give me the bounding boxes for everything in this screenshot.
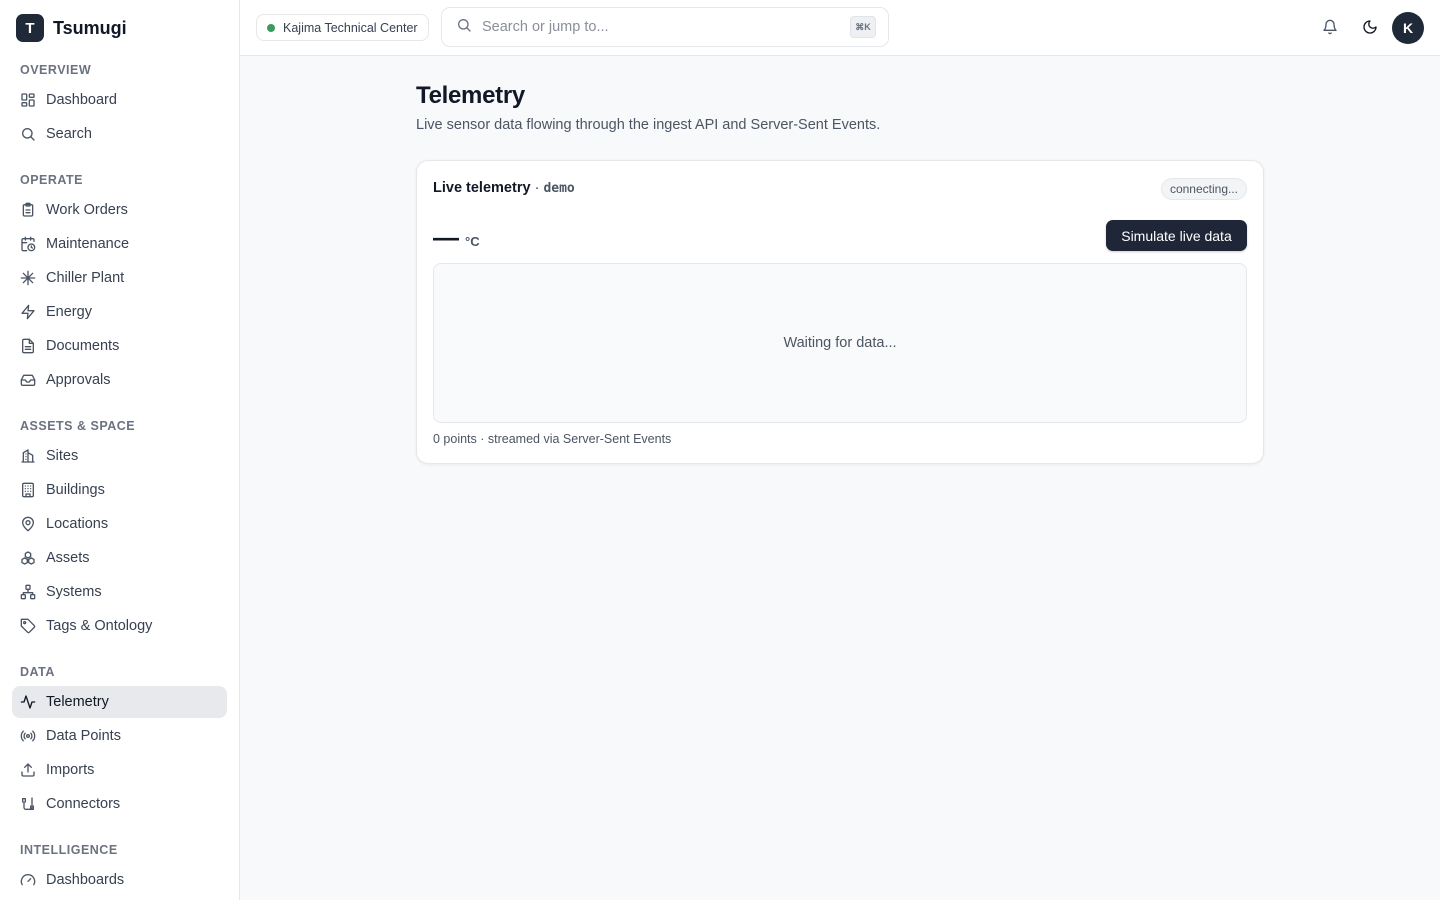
sidebar-item-label: Dashboard (46, 92, 117, 108)
user-avatar[interactable]: K (1392, 12, 1424, 44)
card-footer: 0 points · streamed via Server-Sent Even… (433, 432, 672, 446)
sidebar-item-label: Systems (46, 584, 102, 600)
network-icon (20, 584, 36, 600)
sidebar-item-work-orders[interactable]: Work Orders (12, 194, 227, 226)
site-status-dot (267, 23, 275, 32)
brand[interactable]: T Tsumugi (16, 14, 127, 42)
map-pin-icon (20, 516, 36, 532)
nav-section-data: DATA (20, 665, 55, 679)
inbox-icon (20, 372, 36, 388)
activity-icon (20, 694, 36, 710)
brand-name: Tsumugi (53, 17, 127, 38)
sidebar-item-telemetry[interactable]: Telemetry (12, 686, 227, 718)
sidebar-item-dashboards[interactable]: Dashboards (12, 864, 227, 896)
sidebar-item-label: Work Orders (46, 202, 128, 218)
reading-value: — (433, 222, 459, 252)
search-input[interactable] (482, 19, 842, 35)
sidebar-item-tags-ontology[interactable]: Tags & Ontology (12, 610, 227, 642)
sidebar-item-search[interactable]: Search (12, 118, 227, 150)
sidebar-item-chiller-plant[interactable]: Chiller Plant (12, 262, 227, 294)
upload-icon (20, 762, 36, 778)
current-reading: — °C (433, 222, 480, 252)
nav-section-operate: OPERATE (20, 173, 83, 187)
simulate-live-data-button[interactable]: Simulate live data (1106, 220, 1247, 251)
sidebar-item-label: Search (46, 126, 92, 142)
cable-icon (20, 796, 36, 812)
sidebar-item-locations[interactable]: Locations (12, 508, 227, 540)
sidebar-item-buildings[interactable]: Buildings (12, 474, 227, 506)
sidebar-item-connectors[interactable]: Connectors (12, 788, 227, 820)
search-icon (20, 126, 36, 142)
site-selector[interactable]: Kajima Technical Center (256, 14, 429, 41)
reading-unit: °C (465, 234, 480, 249)
nav-section-intelligence: INTELLIGENCE (20, 843, 118, 857)
sidebar-item-assets[interactable]: Assets (12, 542, 227, 574)
sidebar-item-label: Approvals (46, 372, 111, 388)
empty-state-text: Waiting for data... (783, 335, 897, 351)
sidebar-item-documents[interactable]: Documents (12, 330, 227, 362)
sidebar-item-dashboard[interactable]: Dashboard (12, 84, 227, 116)
sidebar-item-label: Chiller Plant (46, 270, 125, 286)
sidebar-item-label: Data Points (46, 728, 121, 744)
gauge-icon (20, 872, 36, 888)
telemetry-source: demo (543, 181, 575, 196)
brand-logo: T (16, 14, 44, 42)
file-text-icon (20, 338, 36, 354)
connection-status-badge: connecting... (1160, 178, 1247, 200)
sidebar-item-energy[interactable]: Energy (12, 296, 227, 328)
nav-section-assets-space: ASSETS & SPACE (20, 419, 136, 433)
shortcut-hint: ⌘K (850, 16, 876, 38)
global-search[interactable]: ⌘K (441, 7, 889, 47)
zap-icon (20, 304, 36, 320)
card-title: Live telemetry · demo (433, 180, 575, 196)
sidebar-item-label: Connectors (46, 796, 121, 812)
sidebar-item-imports[interactable]: Imports (12, 754, 227, 786)
sidebar-item-data-points[interactable]: Data Points (12, 720, 227, 752)
card-title-text: Live telemetry (433, 180, 531, 196)
sidebar: T Tsumugi OVERVIEW Dashboard Search OPER… (0, 0, 240, 900)
building2-icon (20, 482, 36, 498)
sidebar-item-approvals[interactable]: Approvals (12, 364, 227, 396)
page-subtitle: Live sensor data flowing through the ing… (416, 117, 881, 133)
dashboard-icon (20, 92, 36, 108)
sidebar-item-label: Maintenance (46, 236, 130, 252)
search-icon (456, 17, 472, 38)
site-name: Kajima Technical Center (283, 20, 418, 35)
sidebar-item-label: Locations (46, 516, 109, 532)
building-icon (20, 448, 36, 464)
page-title: Telemetry (416, 82, 525, 109)
nav-section-overview: OVERVIEW (20, 63, 92, 77)
title-separator: · (534, 180, 540, 196)
radio-icon (20, 728, 36, 744)
sidebar-item-sites[interactable]: Sites (12, 440, 227, 472)
telemetry-card: Live telemetry · demo connecting... — °C… (416, 160, 1264, 464)
sidebar-item-label: Imports (46, 762, 95, 778)
moon-icon[interactable] (1359, 16, 1381, 38)
sidebar-item-label: Energy (46, 304, 92, 320)
top-header: Kajima Technical Center ⌘K K (240, 0, 1440, 56)
sidebar-item-maintenance[interactable]: Maintenance (12, 228, 227, 260)
clipboard-icon (20, 202, 36, 218)
bell-icon[interactable] (1319, 16, 1341, 38)
sidebar-item-systems[interactable]: Systems (12, 576, 227, 608)
tag-icon (20, 618, 36, 634)
sidebar-item-label: Telemetry (46, 694, 109, 710)
snowflake-icon (20, 270, 36, 286)
calendar-clock-icon (20, 236, 36, 252)
sidebar-item-label: Documents (46, 338, 120, 354)
telemetry-chart-placeholder: Waiting for data... (433, 263, 1247, 423)
sidebar-item-label: Dashboards (46, 872, 125, 888)
sidebar-item-label: Sites (46, 448, 79, 464)
sidebar-item-label: Assets (46, 550, 90, 566)
sidebar-item-label: Tags & Ontology (46, 618, 153, 634)
boxes-icon (20, 550, 36, 566)
sidebar-item-label: Buildings (46, 482, 105, 498)
